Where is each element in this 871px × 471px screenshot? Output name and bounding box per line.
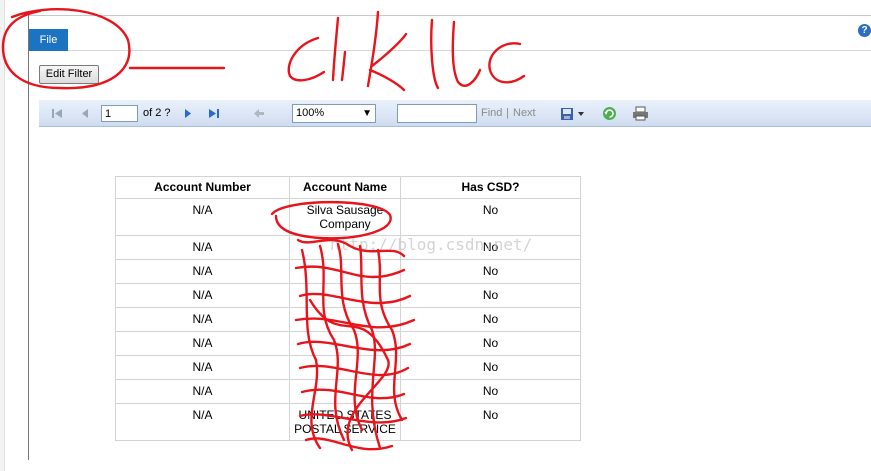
find-link[interactable]: Find: [481, 100, 502, 127]
account-name-cell: [289, 355, 401, 380]
has-csd-cell: No: [400, 355, 581, 380]
report-toolbar: of 2 ? 100% ▼ Find | Next: [39, 100, 871, 127]
account-number-cell: N/A: [115, 235, 290, 260]
chevron-down-icon: ▼: [362, 108, 372, 119]
top-divider: [28, 15, 871, 16]
account-number-cell: N/A: [115, 259, 290, 284]
account-name-cell: Silva Sausage Company: [289, 198, 401, 236]
window-left-edge: [0, 0, 5, 471]
first-page-icon[interactable]: [49, 100, 65, 127]
has-csd-cell: No: [400, 403, 581, 441]
account-name-cell: [289, 235, 401, 260]
back-icon[interactable]: [251, 100, 267, 127]
table-row: N/A No: [115, 331, 581, 356]
edit-filter-button[interactable]: Edit Filter: [39, 65, 99, 84]
has-csd-cell: No: [400, 259, 581, 284]
account-number-cell: N/A: [115, 198, 290, 236]
account-number-cell: N/A: [115, 331, 290, 356]
table-header-row: Account Number Account Name Has CSD?: [115, 176, 581, 199]
next-link[interactable]: Next: [513, 100, 536, 127]
table-row: N/A No: [115, 259, 581, 284]
help-icon[interactable]: ?: [858, 24, 871, 37]
has-csd-cell: No: [400, 331, 581, 356]
account-name-cell: [289, 331, 401, 356]
next-page-icon[interactable]: [180, 100, 196, 127]
page-number-input[interactable]: [101, 105, 138, 122]
account-name-cell: [289, 259, 401, 284]
has-csd-cell: No: [400, 379, 581, 404]
zoom-select[interactable]: 100% ▼: [292, 104, 376, 123]
account-name-cell: [289, 307, 401, 332]
account-number-cell: N/A: [115, 283, 290, 308]
export-icon[interactable]: [557, 100, 589, 127]
last-page-icon[interactable]: [206, 100, 222, 127]
file-tab[interactable]: File: [29, 29, 68, 51]
print-icon[interactable]: [631, 100, 649, 127]
has-csd-cell: No: [400, 283, 581, 308]
table-row: N/A No: [115, 235, 581, 260]
account-name-cell: [289, 283, 401, 308]
column-header-account-name: Account Name: [289, 176, 401, 199]
page-count-label: of 2 ?: [143, 107, 171, 119]
has-csd-cell: No: [400, 235, 581, 260]
prev-page-icon[interactable]: [77, 100, 93, 127]
table-row: N/A No: [115, 379, 581, 404]
find-separator: |: [506, 107, 509, 119]
refresh-icon[interactable]: [601, 100, 617, 127]
account-number-cell: N/A: [115, 379, 290, 404]
find-input[interactable]: [397, 104, 477, 123]
table-row: N/A No: [115, 355, 581, 380]
account-name-cell: UNITED STATES POSTAL SERVICE: [289, 403, 401, 441]
account-number-cell: N/A: [115, 307, 290, 332]
has-csd-cell: No: [400, 198, 581, 236]
report-table: Account Number Account Name Has CSD? N/A…: [115, 176, 581, 441]
has-csd-cell: No: [400, 307, 581, 332]
account-name-cell: [289, 379, 401, 404]
column-header-has-csd: Has CSD?: [400, 176, 581, 199]
column-header-account-number: Account Number: [115, 176, 290, 199]
account-number-cell: N/A: [115, 355, 290, 380]
table-row: N/A Silva Sausage Company No: [115, 198, 581, 236]
zoom-value: 100%: [296, 107, 325, 119]
table-row: N/A UNITED STATES POSTAL SERVICE No: [115, 403, 581, 441]
account-number-cell: N/A: [115, 403, 290, 441]
table-row: N/A No: [115, 307, 581, 332]
left-divider: [28, 15, 29, 460]
table-row: N/A No: [115, 283, 581, 308]
ribbon-divider: [68, 50, 871, 51]
